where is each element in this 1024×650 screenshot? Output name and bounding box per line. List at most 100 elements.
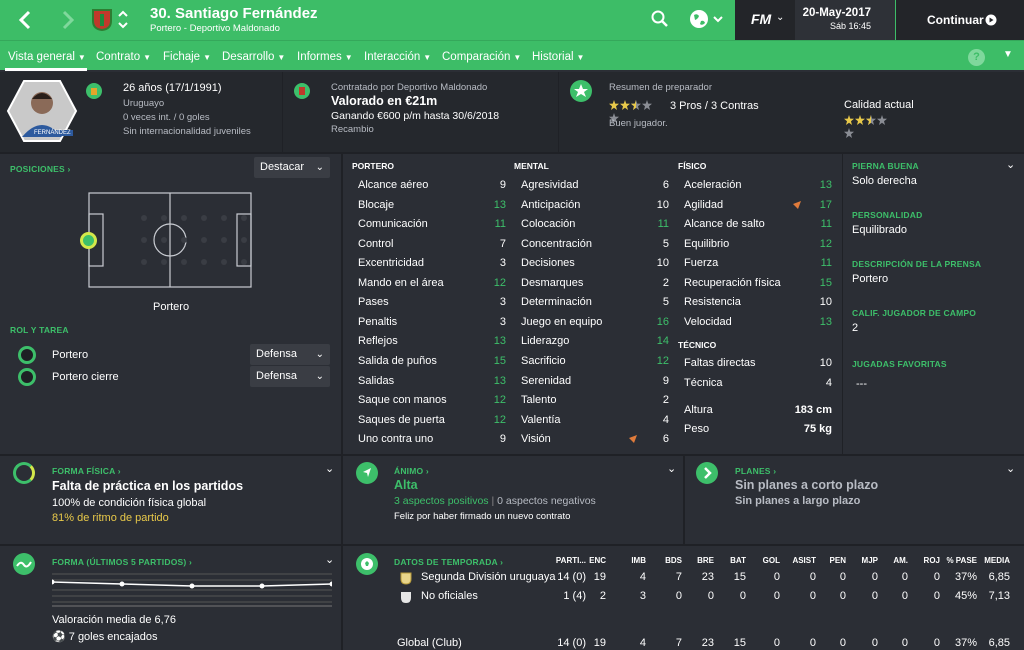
duty-dropdown[interactable]: Defensa ⌄ [250, 344, 330, 365]
season-column-header[interactable]: BDS [665, 556, 682, 565]
tab-fichaje[interactable]: Fichaje ▼ [163, 51, 211, 63]
tab-contrato[interactable]: Contrato ▼ [96, 51, 151, 63]
season-column-header[interactable]: PARTI... [556, 556, 586, 565]
season-cell: 0 [809, 590, 816, 602]
player-age: 26 años [123, 82, 163, 94]
tab-comparacion[interactable]: Comparación ▼ [442, 51, 521, 63]
mental-attribute-row: Colocación 11 [521, 215, 669, 234]
form-point[interactable] [119, 581, 125, 587]
goalkeeping-attribute-row: Mando en el área 12 [358, 274, 506, 293]
season-cell: 0 [707, 590, 714, 602]
youth-caps: Sin internacionalidad juveniles [123, 126, 251, 137]
season-column-header[interactable]: GOL [763, 556, 780, 565]
season-cell: 0 [773, 571, 780, 583]
season-column-header[interactable]: ASIST [792, 556, 816, 565]
form-label[interactable]: FORMA (ÚLTIMOS 5 PARTIDOS) › [52, 557, 192, 567]
attribute-value: 12 [656, 354, 669, 367]
panel-chevron-icon[interactable]: ⌄ [325, 553, 334, 566]
attribute-name: Penaltis [358, 315, 398, 328]
duty-dropdown[interactable]: Defensa ⌄ [250, 366, 330, 387]
tab-interaccion[interactable]: Interacción ▼ [364, 51, 431, 63]
highlight-dropdown[interactable]: Destacar ⌄ [254, 157, 330, 178]
season-stats-label[interactable]: DATOS DE TEMPORADA › [394, 557, 503, 567]
season-column-header[interactable]: ENC [589, 556, 606, 565]
attribute-name: Fuerza [684, 257, 719, 270]
mental-attribute-row: Valentía 4 [521, 411, 669, 430]
season-cell: 0 [809, 571, 816, 583]
tab-vista-general[interactable]: Vista general ▼ [8, 51, 86, 63]
season-column-header[interactable]: MEDIA [984, 556, 1010, 565]
attribute-value: 3 [499, 257, 506, 270]
panel-chevron-icon[interactable]: ⌄ [1006, 462, 1015, 475]
season-row-name[interactable]: Segunda División uruguaya [421, 571, 556, 583]
goalkeeping-attribute-row: Penaltis 3 [358, 313, 506, 332]
globe-menu-button[interactable] [688, 8, 724, 30]
match-sharpness: 81% de ritmo de partido [52, 512, 169, 524]
attribute-value: 2 [662, 276, 669, 289]
positions-label[interactable]: POSICIONES › [10, 164, 71, 174]
attribute-name: Uno contra uno [358, 433, 434, 446]
attribute-name: Saque con manos [358, 394, 447, 407]
date-display[interactable]: 20-May-2017 Sáb 16:45 [795, 0, 895, 40]
plans-label[interactable]: PLANES › [735, 466, 776, 476]
position-dot [161, 259, 167, 265]
season-column-header[interactable]: MJP [862, 556, 878, 565]
attribute-value: 10 [819, 296, 832, 309]
negative-aspects[interactable]: 0 aspectos negativos [497, 495, 596, 507]
physical-attribute-row: Aceleración 13 [684, 176, 832, 195]
positive-aspects[interactable]: 3 aspectos positivos [394, 495, 489, 507]
forward-button[interactable] [58, 8, 78, 32]
preferred-foot-label: PIERNA BUENA [852, 161, 919, 171]
form-point[interactable] [259, 583, 265, 589]
panel-chevron-icon[interactable]: ⌄ [667, 462, 676, 475]
season-cell: 7 [675, 571, 682, 583]
position-dot [181, 259, 187, 265]
search-button[interactable] [650, 9, 670, 29]
chevron-down-icon: ⌄ [315, 162, 324, 173]
nav-more-chevron-icon[interactable]: ▼ [1003, 49, 1013, 60]
continue-button[interactable]: Continuar [896, 0, 1024, 40]
fm-logo: FM [751, 11, 772, 27]
form-point[interactable] [189, 583, 195, 589]
panel-chevron-icon[interactable]: ⌄ [325, 462, 334, 475]
season-cell: 2 [599, 590, 606, 602]
attribute-value: 15 [819, 276, 832, 289]
goalkeeping-attribute-row: Blocaje 13 [358, 196, 506, 215]
attribute-name: Saques de puerta [358, 413, 445, 426]
help-button[interactable]: ? [968, 49, 985, 66]
morale-value: Alta [394, 478, 418, 492]
season-column-header[interactable]: AM. [893, 556, 908, 565]
player-switch-arrows[interactable] [117, 8, 129, 32]
season-column-header[interactable]: BRE [697, 556, 714, 565]
attribute-value: 11 [820, 218, 832, 231]
chevron-left-icon [18, 10, 31, 30]
attribute-name: Alcance aéreo [358, 179, 429, 191]
form-point[interactable] [329, 581, 335, 587]
season-column-header[interactable]: ROJ [924, 556, 940, 565]
star-icon [877, 115, 887, 125]
position-dot [221, 259, 227, 265]
mental-attribute-row: Decisiones 10 [521, 254, 669, 273]
tab-historial[interactable]: Historial ▼ [532, 51, 584, 63]
fitness-label[interactable]: FORMA FÍSICA › [52, 466, 121, 476]
season-cell: 23 [701, 571, 714, 583]
back-button[interactable] [16, 8, 36, 32]
tab-informes[interactable]: Informes ▼ [297, 51, 353, 63]
caps: 0 veces int. / 0 goles [123, 112, 210, 123]
short-term-plans: Sin planes a corto plazo [735, 478, 879, 492]
pros-cons[interactable]: 3 Pros / 3 Contras [670, 100, 759, 112]
technical-attribute-row: Faltas directas 10 [684, 354, 832, 373]
coach-star-icon [570, 80, 592, 102]
fm-menu-button[interactable]: FM ⌄ [735, 0, 795, 40]
morale-label[interactable]: ÁNIMO › [394, 466, 429, 476]
season-column-header[interactable]: BAT [730, 556, 746, 565]
season-row-name[interactable]: No oficiales [421, 590, 478, 602]
season-column-header[interactable]: % PASE [946, 556, 977, 565]
attribute-name: Decisiones [521, 257, 575, 270]
season-column-header[interactable]: PEN [830, 556, 846, 565]
season-column-header[interactable]: IMB [631, 556, 646, 565]
season-cell: 0 [839, 590, 846, 602]
mental-attribute-row: Anticipación 10 [521, 196, 669, 215]
tab-desarrollo[interactable]: Desarrollo ▼ [222, 51, 285, 63]
panel-chevron-icon[interactable]: ⌄ [1006, 158, 1015, 171]
